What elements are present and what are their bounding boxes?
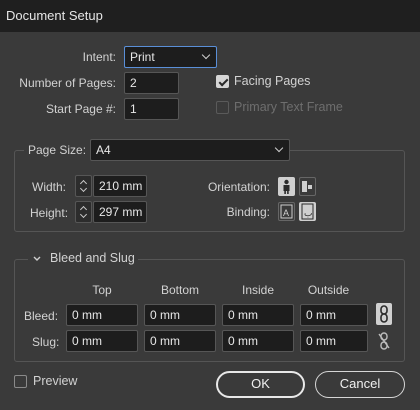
chevron-collapse-icon <box>32 253 42 267</box>
intent-value: Print <box>130 50 155 64</box>
column-inside: Inside <box>241 283 275 297</box>
portrait-icon[interactable] <box>278 177 295 196</box>
landscape-icon[interactable] <box>299 177 316 196</box>
ok-button[interactable]: OK <box>216 371 305 398</box>
slug-top-input[interactable]: 0 mm <box>66 330 138 352</box>
bleed-link-icon[interactable] <box>376 303 392 325</box>
right-to-left-binding-icon[interactable]: ﺏ <box>299 202 316 221</box>
chevron-down-icon <box>79 210 88 219</box>
intent-label: Intent: <box>82 50 116 64</box>
pages-label: Number of Pages: <box>19 76 116 90</box>
orientation-label: Orientation: <box>207 180 270 194</box>
width-stepper[interactable] <box>75 175 92 197</box>
svg-text:A: A <box>283 208 289 218</box>
column-bottom: Bottom <box>160 283 199 297</box>
chevron-down-icon <box>274 143 284 153</box>
width-label: Width: <box>32 180 67 194</box>
bleed-outside-input[interactable]: 0 mm <box>300 304 368 326</box>
primary-text-frame-label[interactable]: Primary Text Frame <box>234 100 343 114</box>
bleed-slug-title: Bleed and Slug <box>50 251 135 265</box>
start-page-input[interactable]: 1 <box>124 98 179 120</box>
facing-pages-label[interactable]: Facing Pages <box>234 74 310 88</box>
pages-input[interactable]: 2 <box>124 72 179 94</box>
slug-unlink-icon[interactable] <box>376 330 392 352</box>
height-stepper[interactable] <box>75 201 92 223</box>
left-to-right-binding-icon[interactable]: A <box>278 202 295 221</box>
column-top: Top <box>92 283 112 297</box>
slug-outside-input[interactable]: 0 mm <box>300 330 368 352</box>
preview-label[interactable]: Preview <box>33 374 77 388</box>
window-title: Document Setup <box>0 0 420 32</box>
binding-label: Binding: <box>226 205 270 219</box>
page-size-select[interactable]: A4 <box>90 139 290 161</box>
bleed-slug-header[interactable]: Bleed and Slug <box>28 250 138 268</box>
page-size-label: Page Size: <box>24 143 91 157</box>
height-label: Height: <box>30 206 69 220</box>
bleed-inside-input[interactable]: 0 mm <box>222 304 294 326</box>
chevron-down-icon <box>201 50 211 60</box>
width-input[interactable]: 210 mm <box>93 175 147 197</box>
preview-checkbox[interactable] <box>14 375 27 388</box>
bleed-bottom-input[interactable]: 0 mm <box>144 304 216 326</box>
bleed-top-input[interactable]: 0 mm <box>66 304 138 326</box>
column-outside: Outside <box>307 283 350 297</box>
cancel-button[interactable]: Cancel <box>315 371 405 398</box>
start-page-label: Start Page #: <box>45 102 116 116</box>
page-size-value: A4 <box>96 143 111 157</box>
height-input[interactable]: 297 mm <box>93 201 147 223</box>
facing-pages-checkbox[interactable] <box>216 75 229 88</box>
bleed-label: Bleed: <box>24 309 59 323</box>
slug-label: Slug: <box>32 335 60 349</box>
slug-inside-input[interactable]: 0 mm <box>222 330 294 352</box>
intent-select[interactable]: Print <box>124 46 217 68</box>
chevron-down-icon <box>79 184 88 193</box>
slug-bottom-input[interactable]: 0 mm <box>144 330 216 352</box>
primary-text-frame-checkbox[interactable] <box>216 101 229 114</box>
svg-text:ﺏ: ﺏ <box>304 208 312 218</box>
